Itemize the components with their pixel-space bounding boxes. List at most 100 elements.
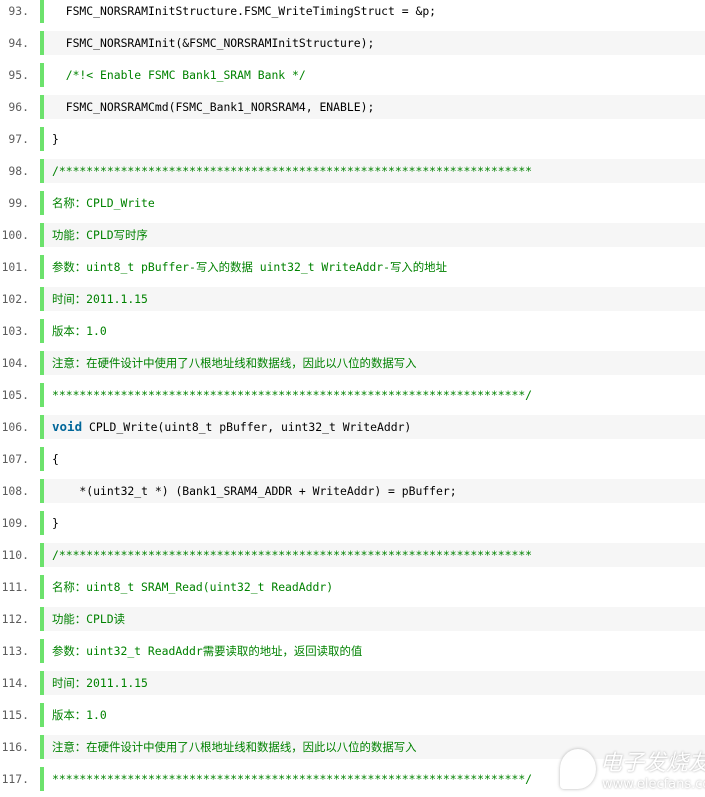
code-line: 95. /*!< Enable FSMC Bank1_SRAM Bank */ <box>0 63 705 87</box>
code-text: } <box>44 511 705 535</box>
line-number: 95. <box>8 68 29 82</box>
code-text: FSMC_NORSRAMInitStructure.FSMC_WriteTimi… <box>44 0 705 23</box>
code-line: 109.} <box>0 511 705 535</box>
code-text: /***************************************… <box>44 543 705 567</box>
comment-text: 时间：2011.1.15 <box>52 292 148 306</box>
line-number: 102. <box>1 292 29 306</box>
code-text: 名称：CPLD_Write <box>44 191 705 215</box>
code-text: ****************************************… <box>44 383 705 407</box>
code-line: 111. 名称：uint8_t SRAM_Read(uint32_t ReadAd… <box>0 575 705 599</box>
comment-text: 版本：1.0 <box>52 708 107 722</box>
line-number: 98. <box>8 164 29 178</box>
code-text: void CPLD_Write(uint8_t pBuffer, uint32_… <box>44 415 705 439</box>
code-text: /*!< Enable FSMC Bank1_SRAM Bank */ <box>44 63 705 87</box>
line-number: 110. <box>1 548 29 562</box>
statement-text: } <box>52 132 59 146</box>
comment-text: 注意：在硬件设计中使用了八根地址线和数据线，因此以八位的数据写入 <box>52 740 417 754</box>
line-number: 101. <box>1 260 29 274</box>
code-text: 注意：在硬件设计中使用了八根地址线和数据线，因此以八位的数据写入 <box>44 351 705 375</box>
code-text: 参数：uint8_t pBuffer-写入的数据 uint32_t WriteA… <box>44 255 705 279</box>
code-line: 106. void CPLD_Write(uint8_t pBuffer, uin… <box>0 415 705 439</box>
comment-text: 名称：CPLD_Write <box>52 196 155 210</box>
statement-text: CPLD_Write(uint8_t pBuffer, uint32_t Wri… <box>82 420 412 434</box>
code-text: /***************************************… <box>44 159 705 183</box>
code-line: 112. 功能：CPLD读 <box>0 607 705 631</box>
line-number: 96. <box>8 100 29 114</box>
comment-text: ****************************************… <box>52 388 533 402</box>
comment-text: 名称：uint8_t SRAM_Read(uint32_t ReadAddr) <box>52 580 334 594</box>
line-number: 111. <box>1 580 29 594</box>
code-text: 名称：uint8_t SRAM_Read(uint32_t ReadAddr) <box>44 575 705 599</box>
line-number: 115. <box>1 708 29 722</box>
code-text: 时间：2011.1.15 <box>44 287 705 311</box>
line-number: 114. <box>1 676 29 690</box>
line-number: 107. <box>1 452 29 466</box>
statement-text: FSMC_NORSRAMInit(&FSMC_NORSRAMInitStruct… <box>52 36 375 50</box>
statement-text: *(uint32_t *) (Bank1_SRAM4_ADDR + WriteA… <box>52 484 457 498</box>
code-line: 101. 参数：uint8_t pBuffer-写入的数据 uint32_t Wr… <box>0 255 705 279</box>
line-number: 105. <box>1 388 29 402</box>
comment-text: 参数：uint32_t ReadAddr需要读取的地址，返回读取的值 <box>52 644 363 658</box>
line-number: 106. <box>1 420 29 434</box>
comment-text: /***************************************… <box>52 548 533 562</box>
code-line: 110. /***********************************… <box>0 543 705 567</box>
code-text: 参数：uint32_t ReadAddr需要读取的地址，返回读取的值 <box>44 639 705 663</box>
comment-text: 时间：2011.1.15 <box>52 676 148 690</box>
elecfans-logo-icon <box>560 749 596 789</box>
code-line: 100. 功能：CPLD写时序 <box>0 223 705 247</box>
comment-text: /***************************************… <box>52 164 533 178</box>
comment-text: /*!< Enable FSMC Bank1_SRAM Bank */ <box>52 68 306 82</box>
code-line: 104. 注意：在硬件设计中使用了八根地址线和数据线，因此以八位的数据写入 <box>0 351 705 375</box>
comment-text: 注意：在硬件设计中使用了八根地址线和数据线，因此以八位的数据写入 <box>52 356 417 370</box>
code-line: 93. FSMC_NORSRAMInitStructure.FSMC_Write… <box>0 0 705 23</box>
comment-text: ****************************************… <box>52 772 533 786</box>
watermark-title: 电子发烧友 <box>600 751 705 776</box>
comment-text: 版本：1.0 <box>52 324 107 338</box>
comment-text: 功能：CPLD读 <box>52 612 125 626</box>
code-line: 105. ************************************… <box>0 383 705 407</box>
line-number: 97. <box>8 132 29 146</box>
line-number: 108. <box>1 484 29 498</box>
line-number: 103. <box>1 324 29 338</box>
line-number: 99. <box>8 196 29 210</box>
line-number: 113. <box>1 644 29 658</box>
line-number: 104. <box>1 356 29 370</box>
comment-text: 参数：uint8_t pBuffer-写入的数据 uint32_t WriteA… <box>52 260 447 274</box>
keyword: void <box>52 419 83 434</box>
code-line: 113. 参数：uint32_t ReadAddr需要读取的地址，返回读取的值 <box>0 639 705 663</box>
comment-text: 功能：CPLD写时序 <box>52 228 148 242</box>
code-text: *(uint32_t *) (Bank1_SRAM4_ADDR + WriteA… <box>44 479 705 503</box>
line-number: 93. <box>8 4 29 18</box>
code-text: 时间：2011.1.15 <box>44 671 705 695</box>
line-number: 100. <box>1 228 29 242</box>
code-line: 102. 时间：2011.1.15 <box>0 287 705 311</box>
code-line: 108. *(uint32_t *) (Bank1_SRAM4_ADDR + W… <box>0 479 705 503</box>
code-text: 版本：1.0 <box>44 319 705 343</box>
line-number: 112. <box>1 612 29 626</box>
code-line: 94. FSMC_NORSRAMInit(&FSMC_NORSRAMInitSt… <box>0 31 705 55</box>
code-text: } <box>44 127 705 151</box>
code-line: 98. /************************************… <box>0 159 705 183</box>
code-line: 114. 时间：2011.1.15 <box>0 671 705 695</box>
statement-text: { <box>52 452 59 466</box>
line-number: 94. <box>8 36 29 50</box>
code-line: 99. 名称：CPLD_Write <box>0 191 705 215</box>
code-line: 115. 版本：1.0 <box>0 703 705 727</box>
line-number: 116. <box>1 740 29 754</box>
watermark-url: www.elecfans.com <box>602 777 705 792</box>
code-text: 功能：CPLD读 <box>44 607 705 631</box>
code-text: FSMC_NORSRAMInit(&FSMC_NORSRAMInitStruct… <box>44 31 705 55</box>
code-line: 96. FSMC_NORSRAMCmd(FSMC_Bank1_NORSRAM4,… <box>0 95 705 119</box>
statement-text: FSMC_NORSRAMInitStructure.FSMC_WriteTimi… <box>52 4 437 18</box>
statement-text: FSMC_NORSRAMCmd(FSMC_Bank1_NORSRAM4, ENA… <box>52 100 375 114</box>
code-line: 97.} <box>0 127 705 151</box>
code-text: 功能：CPLD写时序 <box>44 223 705 247</box>
watermark: 电子发烧友 www.elecfans.com <box>560 745 705 792</box>
code-line: 103. 版本：1.0 <box>0 319 705 343</box>
code-text: { <box>44 447 705 471</box>
statement-text: } <box>52 516 59 530</box>
code-text: 版本：1.0 <box>44 703 705 727</box>
line-number: 117. <box>1 772 29 786</box>
line-number: 109. <box>1 516 29 530</box>
code-text: FSMC_NORSRAMCmd(FSMC_Bank1_NORSRAM4, ENA… <box>44 95 705 119</box>
